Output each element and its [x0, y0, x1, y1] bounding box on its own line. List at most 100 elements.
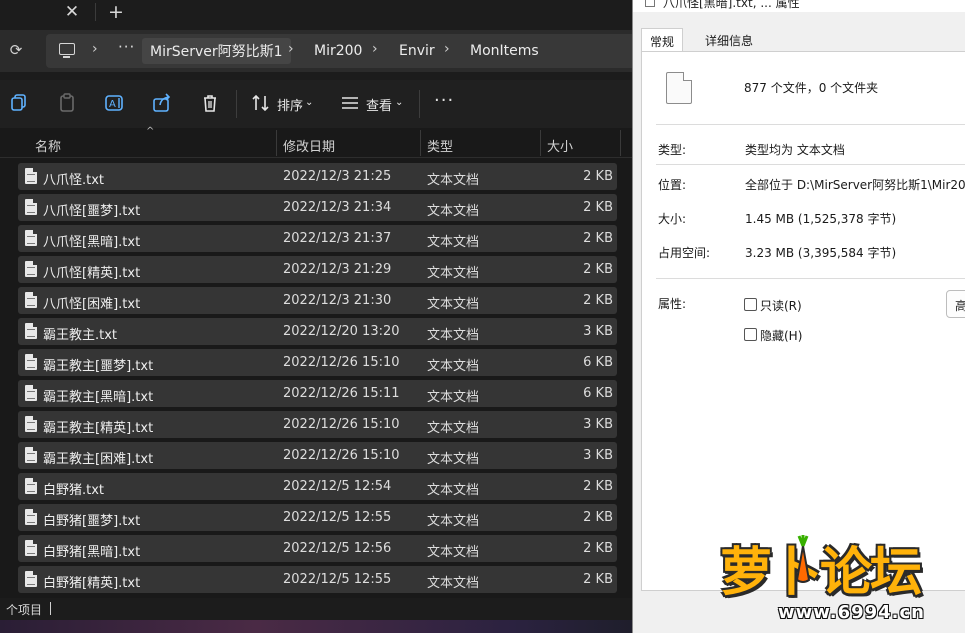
- file-date: 2022/12/5 12:54: [283, 479, 392, 494]
- text-file-icon: [25, 416, 37, 432]
- tab-divider: [95, 3, 96, 21]
- rename-icon[interactable]: A: [103, 92, 125, 114]
- status-divider: [50, 602, 51, 615]
- file-size: 2 KB: [583, 293, 613, 308]
- toolbar-divider: [236, 90, 237, 118]
- text-file-icon: [25, 199, 37, 215]
- column-divider[interactable]: [540, 130, 541, 156]
- file-row[interactable]: 霸王教主[噩梦].txt 2022/12/26 15:10 文本文档 6 KB: [18, 349, 617, 376]
- file-row[interactable]: 八爪怪[噩梦].txt 2022/12/3 21:34 文本文档 2 KB: [18, 194, 617, 221]
- copy-icon[interactable]: [8, 92, 30, 114]
- view-icon[interactable]: [339, 92, 361, 114]
- file-row[interactable]: 霸王教主[精英].txt 2022/12/26 15:10 文本文档 3 KB: [18, 411, 617, 438]
- file-row[interactable]: 八爪怪[黑暗].txt 2022/12/3 21:37 文本文档 2 KB: [18, 225, 617, 252]
- chevron-down-icon[interactable]: ⌄: [395, 97, 403, 108]
- file-row[interactable]: 霸王教主[黑暗].txt 2022/12/26 15:11 文本文档 6 KB: [18, 380, 617, 407]
- refresh-icon[interactable]: ⟳: [6, 40, 26, 60]
- breadcrumb-more[interactable]: ···: [118, 38, 135, 56]
- item-count: 个项目: [6, 603, 43, 617]
- general-panel: 877 个文件，0 个文件夹 类型: 类型均为 文本文档 位置: 全部位于 D:…: [641, 51, 965, 591]
- address-bar[interactable]: › ··· MirServer阿努比斯1 › Mir200 › Envir › …: [46, 34, 646, 68]
- chevron-right-icon[interactable]: ›: [288, 41, 294, 57]
- chevron-down-icon[interactable]: ⌄: [305, 97, 313, 108]
- file-name: 霸王教主[噩梦].txt: [43, 359, 154, 374]
- file-name: 霸王教主[精英].txt: [43, 421, 154, 436]
- file-name: 八爪怪[困难].txt: [43, 297, 141, 312]
- file-size: 2 KB: [583, 231, 613, 246]
- file-date: 2022/12/26 15:10: [283, 355, 400, 370]
- column-date[interactable]: 修改日期: [283, 136, 335, 155]
- plus-icon[interactable]: +: [106, 0, 126, 24]
- file-name: 八爪怪[黑暗].txt: [43, 235, 141, 250]
- file-size: 2 KB: [583, 510, 613, 525]
- file-icon: [645, 0, 655, 7]
- column-type[interactable]: 类型: [427, 136, 453, 155]
- paste-icon[interactable]: [56, 92, 78, 114]
- file-type: 文本文档: [427, 452, 480, 467]
- status-bar: 个项目: [0, 598, 640, 620]
- column-divider[interactable]: [276, 130, 277, 156]
- column-name[interactable]: 名称: [35, 136, 61, 155]
- chevron-right-icon[interactable]: ›: [372, 41, 378, 57]
- file-name: 霸王教主[黑暗].txt: [43, 390, 154, 405]
- column-divider[interactable]: [420, 130, 421, 156]
- file-row[interactable]: 白野猪[精英].txt 2022/12/5 12:55 文本文档 2 KB: [18, 566, 617, 593]
- file-row[interactable]: 八爪怪.txt 2022/12/3 21:25 文本文档 2 KB: [18, 163, 617, 190]
- tab-details[interactable]: 详细信息: [697, 28, 761, 52]
- file-row[interactable]: 八爪怪[精英].txt 2022/12/3 21:29 文本文档 2 KB: [18, 256, 617, 283]
- sort-button[interactable]: 排序: [277, 95, 303, 114]
- file-type: 文本文档: [427, 545, 480, 560]
- size-on-disk-label: 占用空间:: [658, 246, 711, 260]
- attributes-label: 属性:: [658, 297, 687, 311]
- text-file-icon: [25, 478, 37, 494]
- chevron-right-icon[interactable]: ›: [444, 41, 450, 57]
- file-size: 2 KB: [583, 479, 613, 494]
- readonly-label[interactable]: 只读(R): [760, 297, 802, 314]
- view-button[interactable]: 查看: [366, 95, 392, 114]
- dialog-title: 八爪怪[黑暗].txt, ... 属性: [663, 0, 800, 10]
- hidden-label[interactable]: 隐藏(H): [760, 327, 802, 344]
- divider: [656, 124, 965, 125]
- file-row[interactable]: 白野猪[黑暗].txt 2022/12/5 12:56 文本文档 2 KB: [18, 535, 617, 562]
- watermark-text: 萝卜论坛: [720, 543, 922, 603]
- this-pc-icon[interactable]: [59, 43, 75, 58]
- breadcrumb-mirserver[interactable]: MirServer阿努比斯1: [142, 38, 291, 64]
- hidden-checkbox[interactable]: [744, 328, 757, 341]
- breadcrumb-envir[interactable]: Envir: [399, 43, 435, 59]
- close-icon[interactable]: ✕: [62, 1, 82, 23]
- file-name: 八爪怪.txt: [43, 173, 105, 188]
- file-name: 八爪怪[噩梦].txt: [43, 204, 141, 219]
- file-row[interactable]: 八爪怪[困难].txt 2022/12/3 21:30 文本文档 2 KB: [18, 287, 617, 314]
- text-file-icon: [25, 540, 37, 556]
- advanced-button[interactable]: 高: [946, 290, 965, 318]
- chevron-right-icon[interactable]: ›: [92, 41, 98, 57]
- file-row[interactable]: 霸王教主.txt 2022/12/20 13:20 文本文档 3 KB: [18, 318, 617, 345]
- type-label: 类型:: [658, 143, 687, 157]
- sort-icon[interactable]: [250, 92, 272, 114]
- file-date: 2022/12/3 21:29: [283, 262, 392, 277]
- column-size[interactable]: 大小: [547, 136, 573, 155]
- file-type: 文本文档: [427, 173, 480, 188]
- file-row[interactable]: 白野猪.txt 2022/12/5 12:54 文本文档 2 KB: [18, 473, 617, 500]
- file-name: 白野猪[噩梦].txt: [43, 514, 141, 529]
- breadcrumb-monitems[interactable]: MonItems: [470, 43, 539, 59]
- file-date: 2022/12/20 13:20: [283, 324, 400, 339]
- column-header: ^ 名称 修改日期 类型 大小: [0, 126, 632, 158]
- watermark-logo: 萝卜论坛 www.6994.cn: [718, 528, 958, 630]
- breadcrumb-mir200[interactable]: Mir200: [314, 43, 362, 59]
- file-date: 2022/12/26 15:10: [283, 417, 400, 432]
- tab-general[interactable]: 常规: [641, 28, 684, 52]
- share-icon[interactable]: [151, 92, 173, 114]
- more-options-icon[interactable]: ···: [434, 90, 454, 111]
- file-date: 2022/12/3 21:37: [283, 231, 392, 246]
- multiple-files-icon: [666, 72, 692, 104]
- command-bar: A 排序 ⌄ 查看 ⌄ ···: [0, 80, 640, 128]
- file-date: 2022/12/5 12:55: [283, 510, 392, 525]
- column-divider[interactable]: [620, 130, 621, 156]
- text-file-icon: [25, 447, 37, 463]
- readonly-checkbox[interactable]: [744, 298, 757, 311]
- file-row[interactable]: 白野猪[噩梦].txt 2022/12/5 12:55 文本文档 2 KB: [18, 504, 617, 531]
- file-row[interactable]: 霸王教主[困难].txt 2022/12/26 15:10 文本文档 3 KB: [18, 442, 617, 469]
- delete-icon[interactable]: [199, 92, 221, 114]
- file-date: 2022/12/26 15:10: [283, 448, 400, 463]
